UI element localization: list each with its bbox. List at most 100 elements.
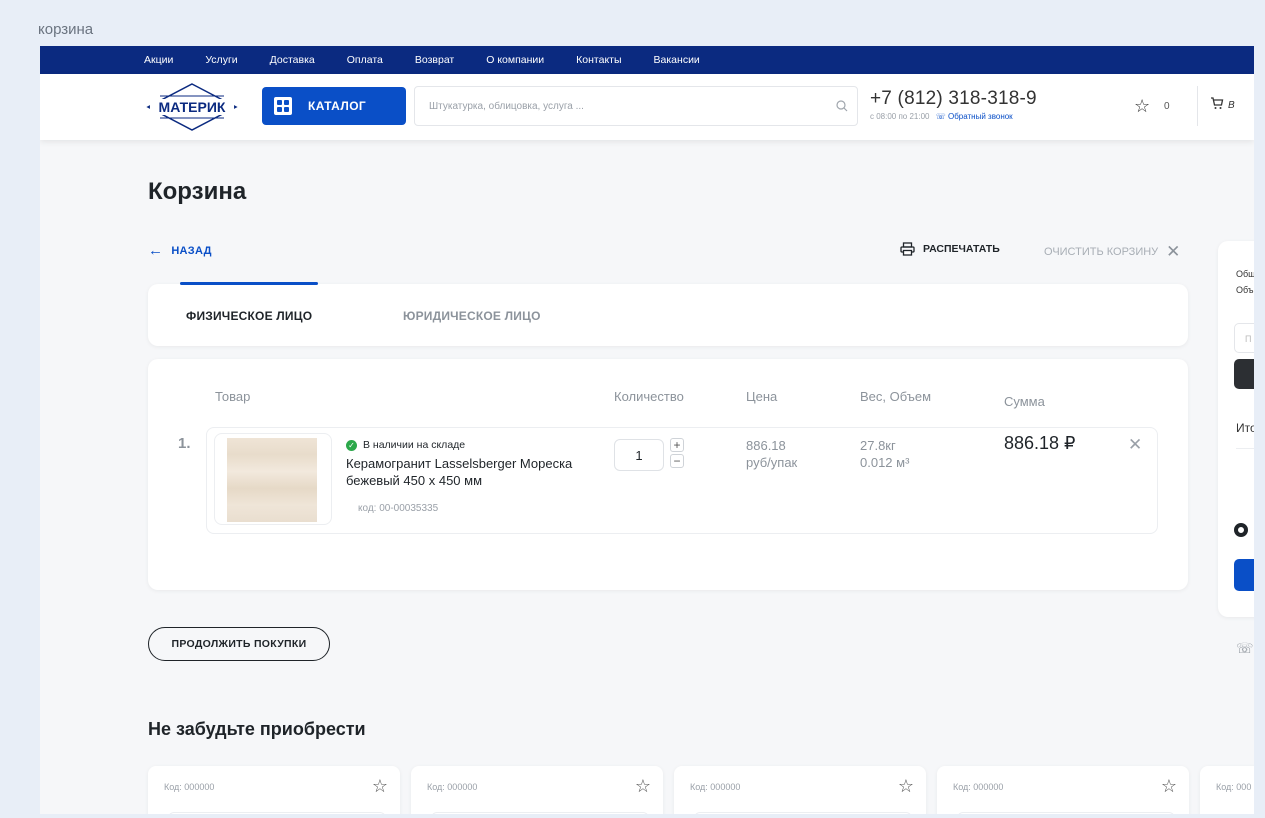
clear-cart-label: ОЧИСТИТЬ КОРЗИНУ bbox=[1044, 246, 1159, 258]
print-label: РАСПЕЧАТАТЬ bbox=[923, 243, 1000, 255]
clear-cart-button[interactable]: ОЧИСТИТЬ КОРЗИНУ ✕ bbox=[1044, 242, 1180, 262]
product-name[interactable]: Керамогранит Lasselsberger Мореска бежев… bbox=[346, 455, 586, 489]
promo-code-input[interactable]: П bbox=[1234, 323, 1254, 353]
checkout-button[interactable] bbox=[1234, 559, 1254, 591]
summary-line-volume: Объ bbox=[1236, 285, 1254, 295]
top-nav: Акции Услуги Доставка Оплата Возврат О к… bbox=[40, 46, 1254, 74]
stock-status: ✓ В наличии на складе bbox=[346, 439, 465, 451]
favorite-star-icon[interactable]: ☆ bbox=[372, 776, 388, 797]
summary-line-total: Общ bbox=[1236, 269, 1254, 279]
card-code: Код: 000000 bbox=[427, 782, 478, 792]
nav-link-about[interactable]: О компании bbox=[486, 54, 544, 66]
row-index: 1. bbox=[178, 435, 191, 452]
weight-volume: 27.8кг 0.012 м³ bbox=[860, 437, 909, 471]
price-value: 886.18 bbox=[746, 438, 786, 453]
recommend-card[interactable]: Код: 000000 ☆ bbox=[674, 766, 926, 814]
recommend-card[interactable]: Код: 000000 ☆ bbox=[937, 766, 1189, 814]
row-sum: 886.18 ₽ bbox=[1004, 433, 1076, 453]
nav-link-promo[interactable]: Акции bbox=[144, 54, 173, 66]
work-hours: с 08:00 по 21:00 bbox=[870, 112, 930, 121]
arrow-left-icon: ← bbox=[148, 242, 164, 259]
card-code: Код: 000000 bbox=[164, 782, 215, 792]
volume-value: 0.012 м³ bbox=[860, 455, 910, 470]
recommend-card[interactable]: Код: 000000 ☆ bbox=[411, 766, 663, 814]
search-icon[interactable] bbox=[827, 87, 857, 125]
print-button[interactable]: РАСПЕЧАТАТЬ bbox=[900, 242, 1000, 256]
nav-link-delivery[interactable]: Доставка bbox=[270, 54, 315, 66]
page-title: Корзина bbox=[148, 178, 247, 205]
customer-type-tabs: ФИЗИЧЕСКОЕ ЛИЦО ЮРИДИЧЕСКОЕ ЛИЦО bbox=[148, 282, 1188, 346]
window-title: корзина bbox=[38, 21, 94, 38]
back-label: НАЗАД bbox=[171, 244, 212, 257]
card-code: Код: 000000 bbox=[953, 782, 1004, 792]
card-image bbox=[957, 812, 1175, 814]
nav-link-return[interactable]: Возврат bbox=[415, 54, 454, 66]
column-header-sum: Сумма bbox=[1004, 394, 1045, 409]
phone-icon: ☏ bbox=[935, 112, 946, 121]
column-header-product: Товар bbox=[215, 389, 251, 404]
favorites-star-icon[interactable]: ☆ bbox=[1134, 96, 1150, 117]
unit-price: 886.18 руб/упак bbox=[746, 437, 797, 471]
weight-value: 27.8кг bbox=[860, 438, 896, 453]
search-input[interactable] bbox=[415, 100, 827, 112]
apply-promo-button[interactable] bbox=[1234, 359, 1254, 389]
check-circle-icon: ✓ bbox=[346, 439, 357, 451]
recommend-title: Не забудьте приобрести bbox=[148, 719, 366, 739]
continue-shopping-button[interactable]: ПРОДОЛЖИТЬ ПОКУПКИ bbox=[148, 627, 330, 661]
site-header: МАТЕРИК КАТАЛОГ +7 (812) 318-318-9 с 08:… bbox=[40, 74, 1254, 140]
logo[interactable]: МАТЕРИК bbox=[144, 82, 240, 132]
tab-legal-entity[interactable]: ЮРИДИЧЕСКОЕ ЛИЦО bbox=[403, 309, 541, 323]
nav-link-payment[interactable]: Оплата bbox=[347, 54, 383, 66]
quantity-increase-button[interactable]: + bbox=[670, 438, 684, 452]
close-icon: ✕ bbox=[1166, 242, 1181, 261]
summary-total-label: Ито bbox=[1236, 421, 1254, 435]
delivery-radio[interactable] bbox=[1234, 523, 1248, 537]
phone-subline: с 08:00 по 21:00 ☏ Обратный звонок bbox=[870, 112, 1013, 121]
callback-link[interactable]: ☏ Обратный звонок bbox=[936, 112, 1013, 121]
cart-icon[interactable] bbox=[1210, 96, 1224, 114]
phone-icon[interactable]: ☏ bbox=[1236, 640, 1254, 657]
favorite-star-icon[interactable]: ☆ bbox=[898, 776, 914, 797]
logo-text: МАТЕРИК bbox=[159, 99, 226, 115]
nav-link-vacancies[interactable]: Вакансии bbox=[654, 54, 700, 66]
summary-divider bbox=[1236, 448, 1254, 449]
card-code: Код: 000000 bbox=[690, 782, 741, 792]
favorite-star-icon[interactable]: ☆ bbox=[635, 776, 651, 797]
price-unit: руб/упак bbox=[746, 455, 798, 470]
stock-label: В наличии на складе bbox=[363, 439, 466, 451]
search-box bbox=[414, 86, 858, 126]
column-header-price: Цена bbox=[746, 389, 778, 404]
browser-frame-top bbox=[0, 0, 1265, 46]
phone-number[interactable]: +7 (812) 318-318-9 bbox=[870, 88, 1037, 110]
header-divider bbox=[1197, 86, 1198, 126]
column-header-weight: Вес, Объем bbox=[860, 389, 932, 404]
remove-item-icon[interactable]: ✕ bbox=[1128, 435, 1142, 455]
grid-icon bbox=[274, 97, 292, 115]
active-tab-indicator bbox=[180, 282, 318, 285]
browser-frame-right bbox=[1254, 0, 1265, 818]
catalog-button[interactable]: КАТАЛОГ bbox=[262, 87, 406, 125]
product-image[interactable] bbox=[214, 433, 332, 525]
callback-label: Обратный звонок bbox=[947, 112, 1013, 121]
cart-table: Товар Количество Цена Вес, Объем Сумма 1… bbox=[148, 359, 1188, 590]
quantity-decrease-button[interactable]: − bbox=[670, 454, 684, 468]
tab-individual[interactable]: ФИЗИЧЕСКОЕ ЛИЦО bbox=[186, 309, 312, 323]
card-image bbox=[431, 812, 649, 814]
product-code: код: 00-00035335 bbox=[358, 503, 439, 514]
browser-frame-left bbox=[0, 0, 40, 818]
browser-frame-bottom bbox=[0, 814, 1265, 818]
favorites-count: 0 bbox=[1164, 101, 1170, 112]
cart-label[interactable]: В bbox=[1228, 100, 1235, 111]
recommend-card[interactable]: Код: 000000 ☆ bbox=[148, 766, 400, 814]
card-code: Код: 000 bbox=[1216, 782, 1252, 792]
recommend-card[interactable]: Код: 000 bbox=[1200, 766, 1254, 814]
printer-icon bbox=[900, 242, 915, 256]
back-link[interactable]: ← НАЗАД bbox=[148, 242, 212, 259]
catalog-label: КАТАЛОГ bbox=[308, 99, 367, 113]
favorite-star-icon[interactable]: ☆ bbox=[1161, 776, 1177, 797]
nav-link-services[interactable]: Услуги bbox=[205, 54, 237, 66]
order-summary-panel: Общ Объ П Ито bbox=[1218, 241, 1254, 617]
quantity-field[interactable]: 1 bbox=[614, 439, 664, 471]
nav-link-contacts[interactable]: Контакты bbox=[576, 54, 621, 66]
page: Акции Услуги Доставка Оплата Возврат О к… bbox=[40, 46, 1254, 814]
